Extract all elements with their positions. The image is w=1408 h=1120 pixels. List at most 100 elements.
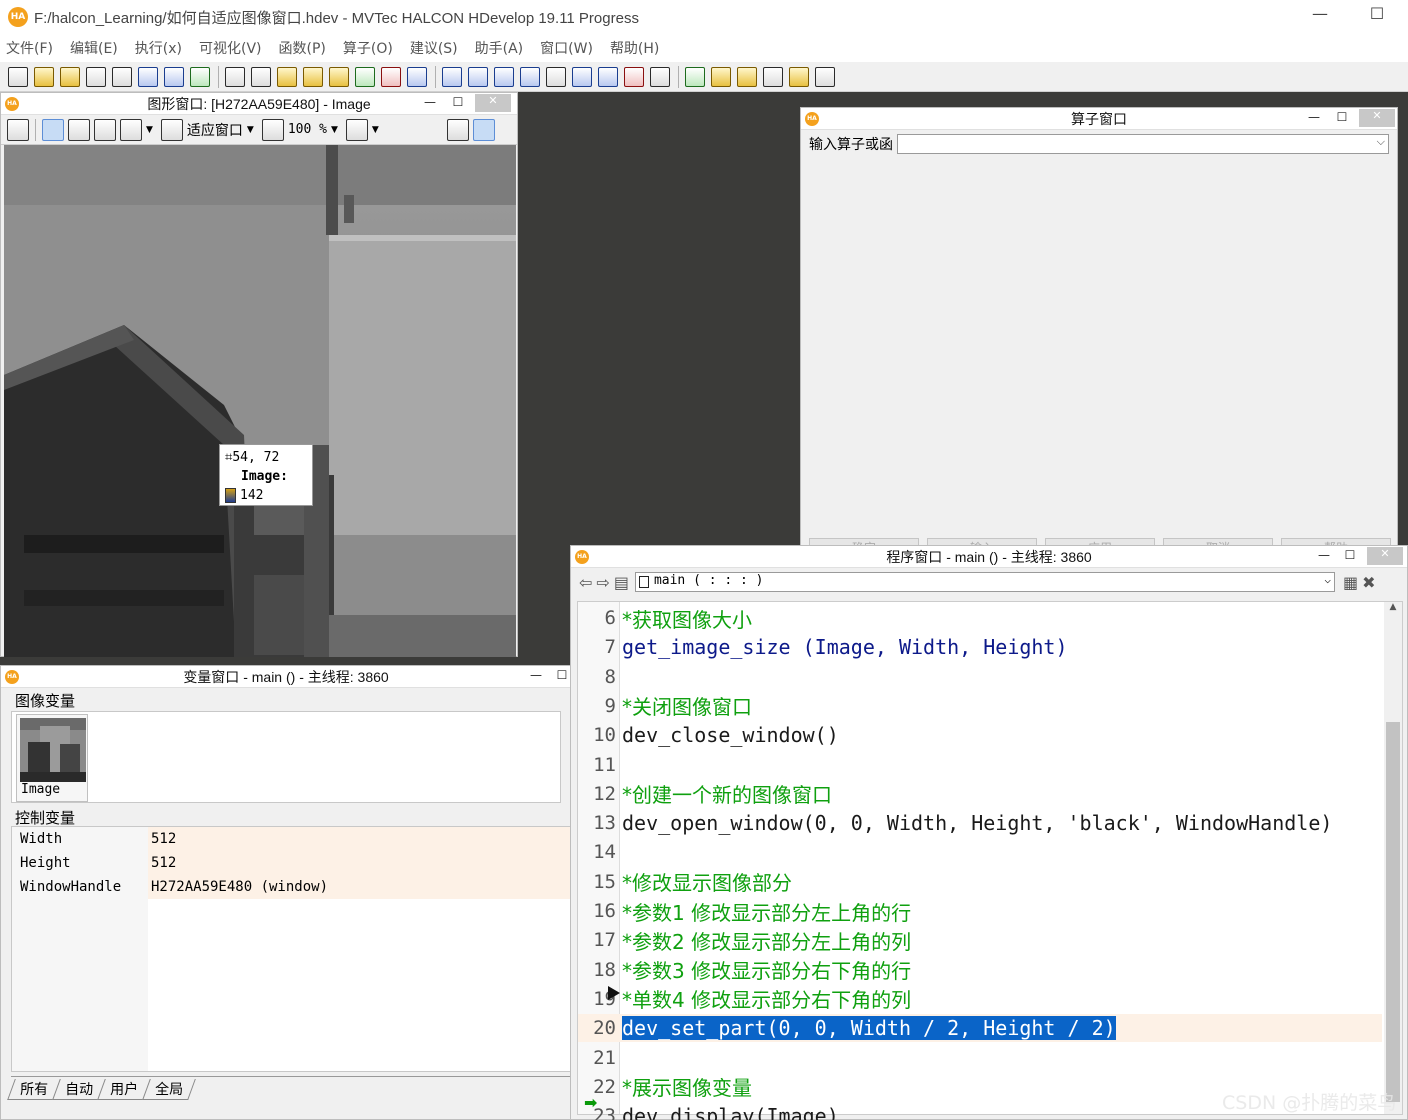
code-line[interactable]: 6 *获取图像大小 (578, 604, 1382, 632)
zoom-window-icon[interactable] (685, 66, 705, 87)
color-icon[interactable] (345, 118, 368, 141)
stop-icon[interactable] (546, 66, 566, 87)
bulb-icon[interactable] (472, 118, 495, 141)
menu-execute[interactable]: 执行(x) (135, 38, 182, 58)
code-editor[interactable]: 6 *获取图像大小 7 get_image_size (Image, Width, H… (577, 601, 1403, 1120)
feature-inspection-icon[interactable] (763, 66, 783, 87)
table-row[interactable]: WindowHandle H272AA59E480 (window) (12, 875, 570, 899)
vertical-scrollbar[interactable]: ▲ (1384, 602, 1402, 1114)
magnifier-icon[interactable] (94, 118, 116, 141)
step-out-icon[interactable] (520, 66, 540, 87)
code-line[interactable]: 20 dev_set_part(0, 0, Width / 2, Height /… (578, 1014, 1382, 1043)
activate-icon[interactable] (355, 66, 375, 87)
close-icon[interactable]: ✕ (1367, 547, 1403, 565)
code-line[interactable]: 21 (578, 1044, 1382, 1072)
code-line[interactable]: 19 *单数4 修改显示部分右下角的列 (578, 985, 1382, 1013)
scroll-up-icon[interactable]: ▲ (1384, 602, 1402, 612)
cut-icon[interactable] (225, 66, 245, 87)
minimize-icon[interactable]: — (525, 668, 547, 682)
find-replace-icon[interactable] (407, 66, 427, 87)
image-acquisition-icon[interactable] (190, 66, 210, 87)
edit-visualization-icon[interactable] (7, 118, 29, 141)
close-icon[interactable]: ✕ (1359, 109, 1395, 127)
reset-procedure-icon[interactable] (598, 66, 618, 87)
chevron-down-icon[interactable]: ▼ (146, 125, 153, 135)
open-file-icon[interactable] (34, 66, 54, 87)
reset-program-icon[interactable] (572, 66, 592, 87)
save-icon[interactable] (86, 66, 106, 87)
code-line[interactable]: 18 *参数3 修改显示部分右下角的行 (578, 956, 1382, 984)
import-icon[interactable] (138, 66, 158, 87)
break-icon[interactable] (624, 66, 644, 87)
gray-histogram-icon[interactable] (711, 66, 731, 87)
profiler-icon[interactable] (650, 66, 670, 87)
feature-histogram-icon[interactable] (737, 66, 757, 87)
fit-window-icon[interactable] (160, 118, 183, 141)
code-line[interactable]: 7 get_image_size (Image, Width, Height) (578, 633, 1382, 661)
code-line[interactable]: 15 *修改显示图像部分 (578, 868, 1382, 896)
delete-procedure-icon[interactable]: ✖ (1362, 573, 1375, 592)
ocr-icon[interactable] (815, 66, 835, 87)
chevron-down-icon[interactable]: ⌵ (1324, 573, 1331, 586)
chevron-down-icon[interactable]: ⌵ (1377, 135, 1385, 149)
zoom-icon[interactable] (120, 118, 142, 141)
maximize-icon[interactable]: ☐ (1339, 548, 1361, 562)
minimize-icon[interactable]: — (419, 95, 441, 109)
step-into-icon[interactable] (494, 66, 514, 87)
menu-assistants[interactable]: 助手(A) (475, 38, 524, 58)
operator-search-input[interactable]: ⌵ (897, 134, 1389, 154)
run-icon[interactable] (442, 66, 462, 87)
code-line[interactable]: 10 dev_close_window() (578, 721, 1382, 749)
menu-suggestions[interactable]: 建议(S) (410, 38, 458, 58)
menu-visualization[interactable]: 可视化(V) (199, 38, 262, 58)
redo-icon[interactable] (329, 66, 349, 87)
region-inspect-icon[interactable] (446, 118, 469, 141)
step-over-icon[interactable] (468, 66, 488, 87)
back-arrow-icon[interactable]: ⇦ (579, 573, 592, 592)
scrollbar-thumb[interactable] (1386, 722, 1400, 1102)
code-line[interactable]: 8 (578, 663, 1382, 691)
line-profile-icon[interactable] (789, 66, 809, 87)
open-example-icon[interactable] (60, 66, 80, 87)
menu-operators[interactable]: 算子(O) (343, 38, 393, 58)
menu-help[interactable]: 帮助(H) (610, 38, 659, 58)
table-row[interactable]: Height 512 (12, 851, 570, 875)
paste-icon[interactable] (277, 66, 297, 87)
copy-icon[interactable] (251, 66, 271, 87)
pan-hand-icon[interactable] (68, 118, 90, 141)
iconic-variable-image[interactable]: Image (16, 714, 88, 802)
code-line[interactable]: 9 *关闭图像窗口 (578, 692, 1382, 720)
forward-arrow-icon[interactable]: ⇨ (596, 573, 609, 592)
new-file-icon[interactable] (8, 66, 28, 87)
code-line[interactable]: 14 (578, 838, 1382, 866)
deactivate-icon[interactable] (381, 66, 401, 87)
maximize-icon[interactable]: ☐ (447, 95, 469, 109)
code-line[interactable]: 12 *创建一个新的图像窗口 (578, 780, 1382, 808)
export-icon[interactable] (164, 66, 184, 87)
close-icon[interactable]: ✕ (475, 94, 511, 112)
zoom-level-label[interactable]: 100 % (288, 122, 327, 137)
minimize-icon[interactable]: — (1303, 110, 1325, 124)
minimize-icon[interactable]: — (1300, 4, 1340, 23)
fit-window-label[interactable]: 适应窗口 (187, 120, 243, 140)
maximize-icon[interactable]: ☐ (1357, 4, 1397, 23)
undo-icon[interactable] (303, 66, 323, 87)
code-line[interactable]: 13 dev_open_window(0, 0, Width, Height, '… (578, 809, 1382, 837)
edit-procedure-icon[interactable]: ▦ (1343, 573, 1358, 592)
procedure-select[interactable]: main ( : : : ) ⌵ (634, 572, 1335, 592)
pointer-icon[interactable] (42, 118, 64, 141)
print-icon[interactable] (112, 66, 132, 87)
procedure-icon[interactable]: ▤ (614, 573, 629, 592)
menu-edit[interactable]: 编辑(E) (70, 38, 118, 58)
maximize-icon[interactable]: ☐ (1331, 110, 1353, 124)
menu-procedures[interactable]: 函数(P) (279, 38, 326, 58)
menu-file[interactable]: 文件(F) (6, 38, 53, 58)
minimize-icon[interactable]: — (1313, 548, 1335, 562)
tab-global[interactable]: 全局 (142, 1079, 196, 1100)
chevron-down-icon[interactable]: ▼ (331, 125, 338, 135)
menu-window[interactable]: 窗口(W) (540, 38, 593, 58)
code-line[interactable]: 17 *参数2 修改显示部分左上角的列 (578, 926, 1382, 954)
chevron-down-icon[interactable]: ▼ (372, 125, 379, 135)
image-display[interactable]: ⌗54, 72 Image: 142 (4, 145, 516, 657)
zoom-level-icon[interactable] (261, 118, 284, 141)
